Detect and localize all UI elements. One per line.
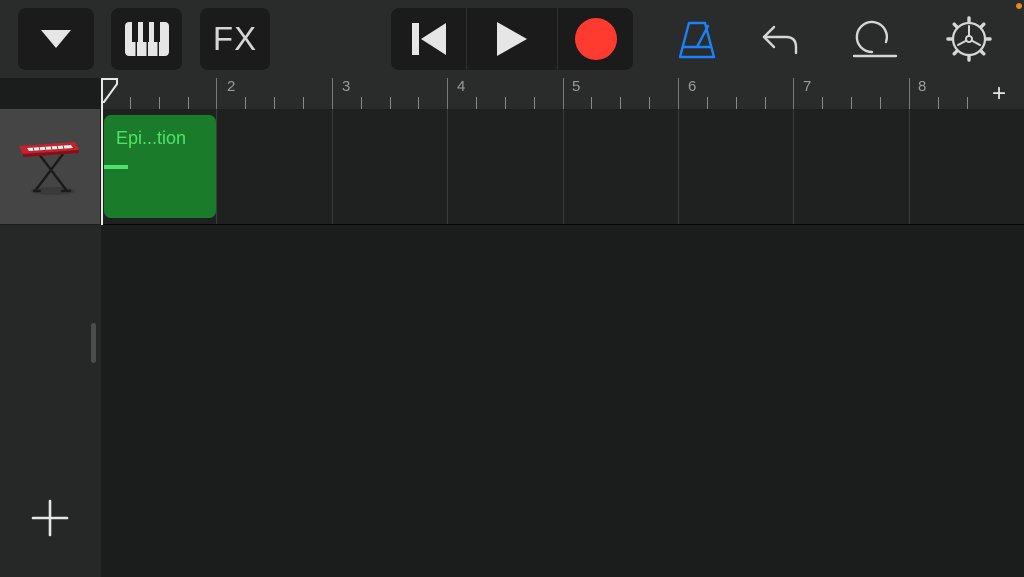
- undo-icon: [762, 25, 798, 55]
- ruler-tick: [620, 97, 621, 109]
- ruler-bar-line: [332, 78, 333, 109]
- ruler-tick: [736, 97, 737, 109]
- fx-button[interactable]: FX: [200, 8, 270, 70]
- playhead-handle[interactable]: [101, 78, 119, 104]
- empty-tracks-area[interactable]: [101, 225, 1024, 577]
- gear-icon: [946, 16, 992, 62]
- ruler-tick: [245, 97, 246, 109]
- piano-keys-icon: [124, 22, 169, 56]
- instrument-keyboard-button[interactable]: [111, 8, 182, 70]
- ruler-tick: [938, 97, 939, 109]
- play-icon: [497, 22, 527, 56]
- ruler-tick: [649, 97, 650, 109]
- ruler-tick: [822, 97, 823, 109]
- ruler-tick: [159, 97, 160, 109]
- ruler-tick: [188, 97, 189, 109]
- undo-button[interactable]: [757, 17, 803, 61]
- header-resize-handle[interactable]: [91, 323, 96, 363]
- metronome-icon: [678, 21, 716, 59]
- lane-gridline: [678, 109, 679, 224]
- ruler-tick: [303, 97, 304, 109]
- bar-number: 2: [227, 78, 236, 95]
- track-header[interactable]: [0, 109, 100, 224]
- transport-controls: [391, 8, 633, 70]
- ruler-bar-line: [563, 78, 564, 109]
- bar-number: 5: [572, 78, 581, 95]
- ruler-tick: [130, 97, 131, 109]
- add-section-button[interactable]: +: [974, 78, 1024, 109]
- bar-number: 7: [803, 78, 812, 95]
- lane-gridline: [216, 109, 217, 224]
- status-indicator-dot: [1016, 3, 1022, 9]
- timeline-ruler[interactable]: 2 3 4 5 6 7 8: [101, 78, 974, 109]
- lane-gridline: [909, 109, 910, 224]
- go-to-beginning-button[interactable]: [391, 8, 466, 70]
- ruler-bar-line: [909, 78, 910, 109]
- ruler-bar-line: [678, 78, 679, 109]
- loop-browser-button[interactable]: [848, 17, 900, 61]
- audio-region[interactable]: Epi...tion: [104, 115, 216, 218]
- ruler-tick: [534, 97, 535, 109]
- ruler-tick: [880, 97, 881, 109]
- go-to-beginning-icon: [411, 23, 446, 55]
- add-track-button[interactable]: [30, 498, 70, 538]
- lane-gridline: [447, 109, 448, 224]
- lane-gridline: [332, 109, 333, 224]
- bar-number: 4: [457, 78, 466, 95]
- triangle-down-icon: [41, 30, 71, 48]
- ruler-bar-line: [216, 78, 217, 109]
- midi-note: [104, 165, 128, 169]
- ruler-tick: [505, 97, 506, 109]
- ruler-tick: [765, 97, 766, 109]
- keyboard-instrument-icon: [19, 141, 79, 195]
- metronome-button[interactable]: [673, 17, 721, 61]
- ruler-tick: [390, 97, 391, 109]
- record-icon: [574, 18, 617, 60]
- view-menu-button[interactable]: [18, 8, 94, 70]
- ruler-tick: [476, 97, 477, 109]
- ruler-tick: [274, 97, 275, 109]
- lane-gridline: [793, 109, 794, 224]
- ruler-tick: [707, 97, 708, 109]
- ruler-tick: [361, 97, 362, 109]
- loop-browser-icon: [852, 20, 898, 58]
- ruler-spacer: [0, 78, 101, 109]
- ruler-tick: [418, 97, 419, 109]
- bar-number: 3: [342, 78, 351, 95]
- bar-number: 8: [918, 78, 927, 95]
- bar-number: 6: [688, 78, 697, 95]
- region-name: Epi...tion: [116, 128, 187, 148]
- lane-gridline: [563, 109, 564, 224]
- fx-label: FX: [212, 20, 258, 57]
- ruler-bar-line: [447, 78, 448, 109]
- toolbar: FX: [0, 0, 1024, 78]
- ruler-bar-line: [793, 78, 794, 109]
- plus-icon: [31, 499, 69, 537]
- settings-button[interactable]: [944, 15, 994, 63]
- ruler-tick: [967, 97, 968, 109]
- play-button[interactable]: [467, 8, 557, 70]
- ruler-tick: [851, 97, 852, 109]
- record-button[interactable]: [558, 8, 633, 70]
- ruler-tick: [591, 97, 592, 109]
